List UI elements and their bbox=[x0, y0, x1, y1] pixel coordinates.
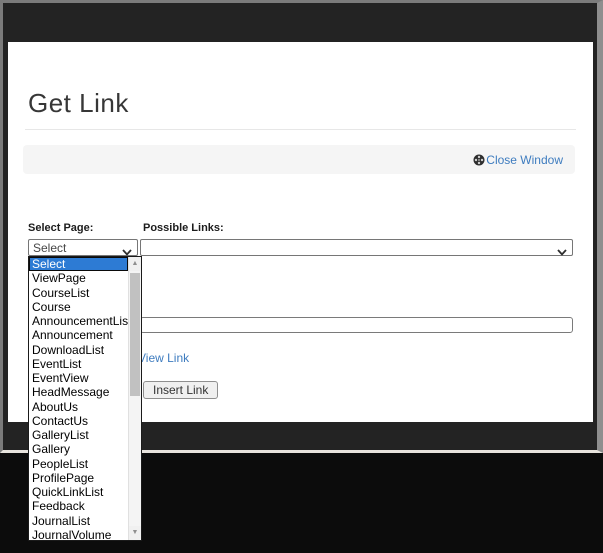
select-page-dropdown[interactable]: Select bbox=[28, 239, 138, 256]
scroll-down-icon[interactable]: ▼ bbox=[129, 526, 141, 540]
page-dropdown-list: SelectViewPageCourseListCourseAnnounceme… bbox=[28, 256, 142, 541]
chevron-down-icon bbox=[557, 245, 567, 259]
dropdown-option[interactable]: GalleryList bbox=[29, 428, 128, 442]
select-page-label: Select Page: bbox=[28, 222, 93, 234]
scrollbar-thumb[interactable] bbox=[130, 273, 140, 396]
close-window-icon bbox=[473, 154, 485, 166]
select-page-value: Select bbox=[33, 241, 66, 255]
close-window-label: Close Window bbox=[486, 153, 563, 167]
dropdown-option[interactable]: JournalVolume bbox=[29, 528, 128, 540]
dropdown-scrollbar[interactable]: ▲ ▼ bbox=[128, 257, 141, 540]
dropdown-option[interactable]: EventList bbox=[29, 357, 128, 371]
dropdown-option[interactable]: ProfilePage bbox=[29, 471, 128, 485]
dropdown-option[interactable]: CourseList bbox=[29, 286, 128, 300]
scroll-up-icon[interactable]: ▲ bbox=[129, 257, 141, 271]
dropdown-option[interactable]: EventView bbox=[29, 371, 128, 385]
dropdown-option[interactable]: ViewPage bbox=[29, 271, 128, 285]
possible-links-label: Possible Links: bbox=[143, 222, 224, 234]
dropdown-option[interactable]: Course bbox=[29, 300, 128, 314]
dropdown-option[interactable]: DownloadList bbox=[29, 343, 128, 357]
heading-divider bbox=[25, 129, 576, 130]
dropdown-option[interactable]: Feedback bbox=[29, 499, 128, 513]
dropdown-option[interactable]: Select bbox=[29, 257, 128, 271]
page-title: Get Link bbox=[28, 88, 129, 119]
dropdown-option[interactable]: ContactUs bbox=[29, 414, 128, 428]
toolbar-bar: Close Window bbox=[23, 145, 575, 174]
dropdown-option[interactable]: AnnouncementList bbox=[29, 314, 128, 328]
dropdown-option[interactable]: QuickLinkList bbox=[29, 485, 128, 499]
dropdown-option[interactable]: HeadMessage bbox=[29, 385, 128, 399]
insert-link-button[interactable]: Insert Link bbox=[143, 381, 218, 399]
link-input[interactable] bbox=[140, 317, 573, 333]
possible-links-dropdown[interactable] bbox=[140, 239, 573, 256]
dropdown-option[interactable]: AboutUs bbox=[29, 400, 128, 414]
dropdown-option[interactable]: JournalList bbox=[29, 514, 128, 528]
page-background: Get Link Close Window Select Page: bbox=[0, 0, 603, 553]
dropdown-options: SelectViewPageCourseListCourseAnnounceme… bbox=[29, 257, 128, 540]
dropdown-option[interactable]: Gallery bbox=[29, 442, 128, 456]
close-window-link[interactable]: Close Window bbox=[473, 153, 563, 167]
dropdown-option[interactable]: PeopleList bbox=[29, 457, 128, 471]
view-link[interactable]: View Link bbox=[138, 351, 189, 365]
dropdown-option[interactable]: Announcement bbox=[29, 328, 128, 342]
